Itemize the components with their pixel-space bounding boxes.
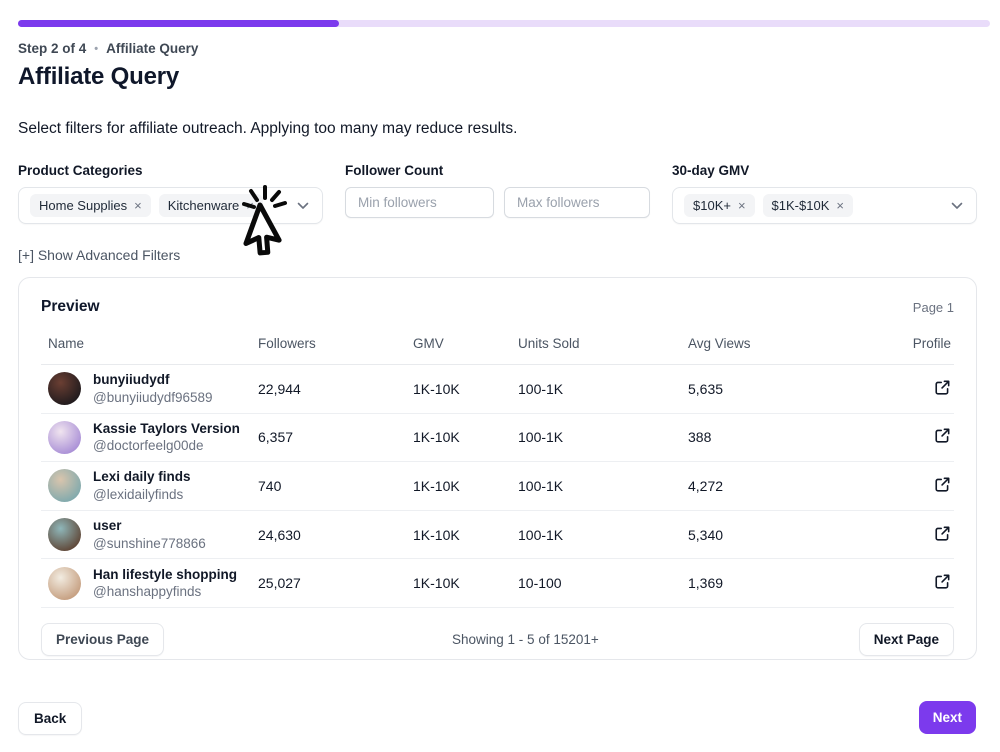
max-followers-input[interactable] xyxy=(504,187,650,218)
gmv-cell: 1K-10K xyxy=(413,429,518,445)
min-followers-input[interactable] xyxy=(345,187,494,218)
avatar xyxy=(48,421,81,454)
creator-handle: @hanshappyfinds xyxy=(93,583,237,601)
page-subtitle: Select filters for affiliate outreach. A… xyxy=(18,120,517,138)
gmv-cell: 1K-10K xyxy=(413,575,518,591)
creator-name: Lexi daily finds xyxy=(93,468,191,486)
step-separator-dot: • xyxy=(94,43,98,55)
table-row: Lexi daily finds @lexidailyfinds 740 1K-… xyxy=(41,462,954,511)
profile-link[interactable] xyxy=(934,525,951,545)
column-header-profile: Profile xyxy=(913,336,951,351)
units-sold-cell: 100-1K xyxy=(518,381,688,397)
avatar xyxy=(48,469,81,502)
creator-handle: @sunshine778866 xyxy=(93,535,206,553)
table-row: Kassie Taylors Version @doctorfeelg00de … xyxy=(41,414,954,463)
preview-title: Preview xyxy=(41,298,100,316)
external-link-icon xyxy=(934,573,951,593)
table-row: user @sunshine778866 24,630 1K-10K 100-1… xyxy=(41,511,954,560)
followers-cell: 740 xyxy=(258,478,413,494)
tag-remove-icon[interactable]: × xyxy=(836,199,844,212)
step-indicator: Step 2 of 4 • Affiliate Query xyxy=(18,41,198,56)
gmv-cell: 1K-10K xyxy=(413,381,518,397)
tag-remove-icon[interactable]: × xyxy=(738,199,746,212)
followers-cell: 24,630 xyxy=(258,527,413,543)
creator-name: user xyxy=(93,517,206,535)
next-button[interactable]: Next xyxy=(919,701,976,734)
followers-cell: 6,357 xyxy=(258,429,413,445)
creator-name: bunyiiudydf xyxy=(93,371,213,389)
follower-count-label: Follower Count xyxy=(345,163,443,178)
wizard-page: Step 2 of 4 • Affiliate Query Affiliate … xyxy=(0,0,1000,752)
gmv-label: 30-day GMV xyxy=(672,163,749,178)
tag-label: $10K+ xyxy=(693,198,731,213)
avg-views-cell: 1,369 xyxy=(688,575,861,591)
creator-name: Kassie Taylors Version xyxy=(93,420,240,438)
avg-views-cell: 4,272 xyxy=(688,478,861,494)
units-sold-cell: 10-100 xyxy=(518,575,688,591)
avatar xyxy=(48,518,81,551)
previous-page-button[interactable]: Previous Page xyxy=(41,623,164,656)
external-link-icon xyxy=(934,525,951,545)
next-page-button[interactable]: Next Page xyxy=(859,623,954,656)
profile-link[interactable] xyxy=(934,476,951,496)
table-row: bunyiiudydf @bunyiiudydf96589 22,944 1K-… xyxy=(41,365,954,414)
creator-handle: @doctorfeelg00de xyxy=(93,437,240,455)
profile-link[interactable] xyxy=(934,427,951,447)
back-button[interactable]: Back xyxy=(18,702,82,735)
tag-label: Kitchenware xyxy=(168,198,240,213)
profile-link[interactable] xyxy=(934,573,951,593)
page-title: Affiliate Query xyxy=(18,63,179,91)
page-summary: Showing 1 - 5 of 15201+ xyxy=(452,632,599,647)
tag-remove-icon[interactable]: × xyxy=(134,199,142,212)
chevron-down-icon xyxy=(297,202,309,210)
avatar xyxy=(48,372,81,405)
table-header-row: Name Followers GMV Units Sold Avg Views … xyxy=(41,336,954,365)
external-link-icon xyxy=(934,427,951,447)
step-label: Step 2 of 4 xyxy=(18,41,86,56)
avatar xyxy=(48,567,81,600)
column-header-units-sold: Units Sold xyxy=(518,336,688,351)
gmv-cell: 1K-10K xyxy=(413,478,518,494)
avg-views-cell: 388 xyxy=(688,429,861,445)
column-header-followers: Followers xyxy=(258,336,413,351)
external-link-icon xyxy=(934,476,951,496)
table-row: Han lifestyle shopping @hanshappyfinds 2… xyxy=(41,559,954,608)
product-categories-select[interactable]: Home Supplies × Kitchenware × xyxy=(18,187,323,224)
creator-handle: @lexidailyfinds xyxy=(93,486,191,504)
tag-remove-icon[interactable]: × xyxy=(246,199,254,212)
external-link-icon xyxy=(934,379,951,399)
page-indicator: Page 1 xyxy=(913,300,954,315)
units-sold-cell: 100-1K xyxy=(518,429,688,445)
preview-panel: Preview Page 1 Name Followers GMV Units … xyxy=(18,277,977,660)
product-categories-label: Product Categories xyxy=(18,163,143,178)
step-section-label: Affiliate Query xyxy=(106,41,198,56)
gmv-cell: 1K-10K xyxy=(413,527,518,543)
tag-label: Home Supplies xyxy=(39,198,127,213)
avg-views-cell: 5,635 xyxy=(688,381,861,397)
creator-handle: @bunyiiudydf96589 xyxy=(93,389,213,407)
filter-tag-1k-10k: $1K-$10K × xyxy=(763,194,853,217)
creator-name: Han lifestyle shopping xyxy=(93,566,237,584)
filter-tag-home-supplies: Home Supplies × xyxy=(30,194,151,217)
progress-bar xyxy=(18,20,990,27)
column-header-name: Name xyxy=(48,336,258,351)
profile-link[interactable] xyxy=(934,379,951,399)
filter-tag-kitchenware: Kitchenware × xyxy=(159,194,263,217)
chevron-down-icon xyxy=(951,202,963,210)
progress-bar-fill xyxy=(18,20,339,27)
show-advanced-filters-link[interactable]: [+] Show Advanced Filters xyxy=(18,247,180,263)
column-header-gmv: GMV xyxy=(413,336,518,351)
avg-views-cell: 5,340 xyxy=(688,527,861,543)
tag-label: $1K-$10K xyxy=(772,198,830,213)
units-sold-cell: 100-1K xyxy=(518,478,688,494)
units-sold-cell: 100-1K xyxy=(518,527,688,543)
followers-cell: 25,027 xyxy=(258,575,413,591)
gmv-select[interactable]: $10K+ × $1K-$10K × xyxy=(672,187,977,224)
column-header-avg-views: Avg Views xyxy=(688,336,861,351)
followers-cell: 22,944 xyxy=(258,381,413,397)
filter-tag-10k-plus: $10K+ × xyxy=(684,194,755,217)
